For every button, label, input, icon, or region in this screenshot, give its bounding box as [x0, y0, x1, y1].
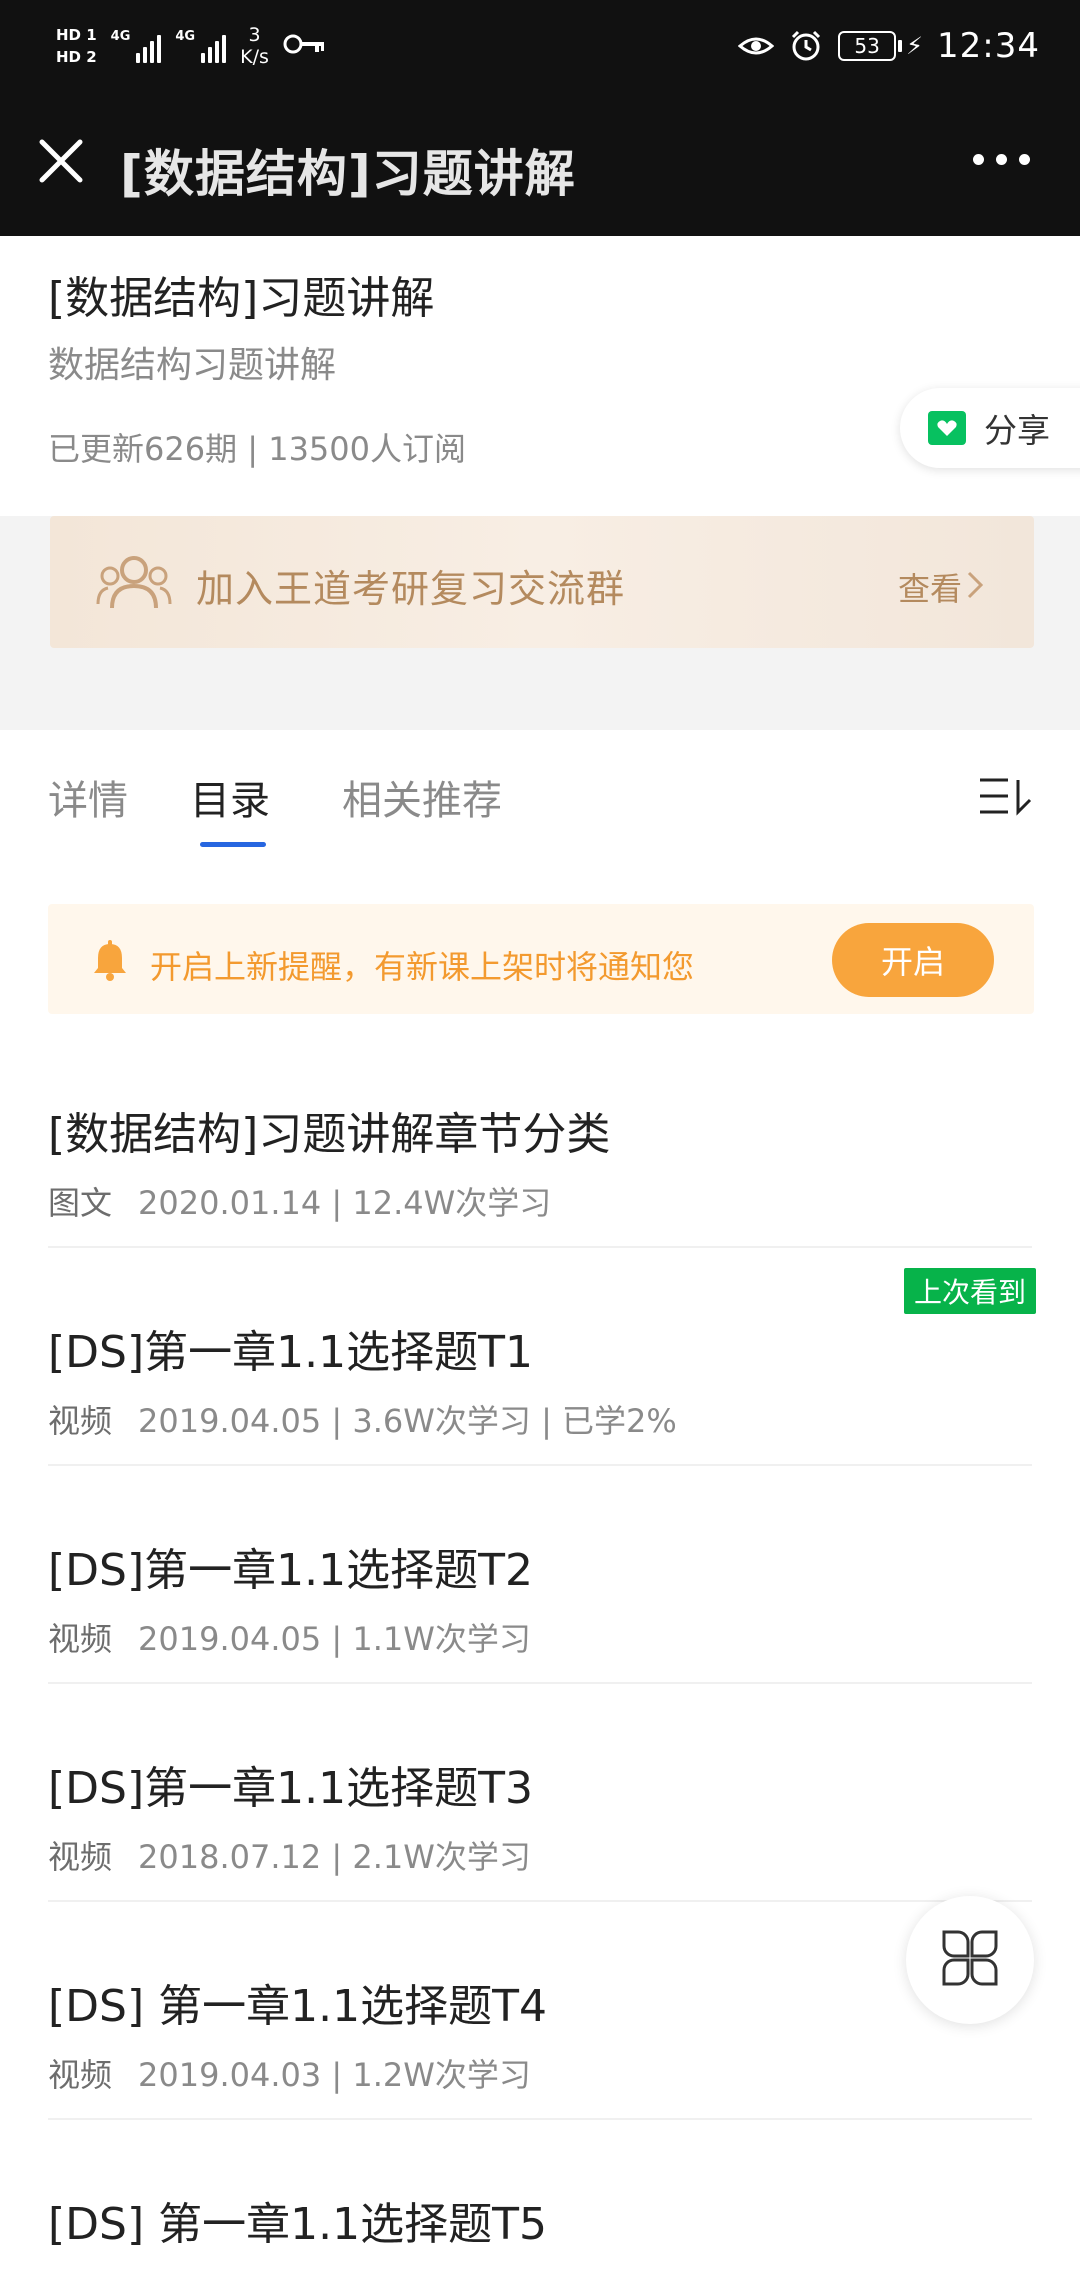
item-title: [DS] 第一章1.1选择题T5 — [48, 2199, 547, 2250]
key-icon — [283, 29, 327, 64]
list-item[interactable]: [DS] 第一章1.1选择题T5 — [0, 2120, 1080, 2280]
enable-reminder-button[interactable]: 开启 — [832, 923, 994, 997]
item-type: 视频 — [48, 1620, 113, 1658]
tab-bar: 详情 目录 相关推荐 — [0, 730, 1080, 860]
status-left: HD 1 HD 2 4G 4G 3 K/s — [56, 14, 327, 78]
item-info: 2019.04.05 | 3.6W次学习 | 已学2% — [138, 1402, 677, 1440]
catalog-list: [数据结构]习题讲解章节分类 图文 2020.01.14 | 12.4W次学习 [… — [0, 1030, 1080, 2280]
item-meta: 视频 2019.04.03 | 1.2W次学习 — [48, 2050, 531, 2096]
item-title: [DS] 第一章1.1选择题T4 — [48, 1981, 547, 2032]
tab-details[interactable]: 详情 — [48, 768, 128, 826]
tab-catalog[interactable]: 目录 — [190, 768, 270, 826]
chevron-right-icon — [966, 570, 984, 600]
item-info: 2019.04.05 | 1.1W次学习 — [138, 1620, 531, 1658]
battery-level: 53 — [838, 31, 897, 61]
active-tab-indicator — [200, 842, 266, 847]
signal-2-icon: 4G — [175, 29, 227, 63]
sim1-label: HD 1 — [56, 26, 97, 44]
more-icon[interactable] — [973, 154, 1030, 165]
group-icon — [96, 552, 172, 612]
page-title: [数据结构]习题讲解 — [120, 145, 576, 203]
speed-value: 3 — [248, 24, 261, 46]
update-reminder-bar: 开启上新提醒，有新课上架时将通知您 开启 — [48, 904, 1034, 1014]
item-title: [DS]第一章1.1选择题T3 — [48, 1763, 533, 1814]
network-speed: 3 K/s — [240, 24, 269, 68]
close-icon[interactable] — [36, 136, 86, 186]
group-section: 加入王道考研复习交流群 查看 — [0, 516, 1080, 730]
item-info: 2019.04.03 | 1.2W次学习 — [138, 2056, 531, 2094]
sim2-label: HD 2 — [56, 48, 97, 66]
item-type: 视频 — [48, 2056, 113, 2094]
network-2-label: 4G — [175, 29, 196, 44]
group-view-link[interactable]: 查看 — [898, 564, 962, 610]
course-stats: 已更新626期 | 13500人订阅 — [48, 430, 467, 468]
clock: 12:34 — [937, 26, 1040, 66]
battery-icon: 53 ⚡ — [838, 31, 923, 61]
item-meta: 视频 2018.07.12 | 2.1W次学习 — [48, 1832, 531, 1878]
bell-icon — [90, 940, 130, 982]
item-meta: 视频 2019.04.05 | 1.1W次学习 — [48, 1614, 531, 1660]
item-title: [DS]第一章1.1选择题T1 — [48, 1327, 533, 1378]
last-seen-badge: 上次看到 — [903, 1268, 1036, 1314]
item-info: 2020.01.14 | 12.4W次学习 — [138, 1184, 552, 1222]
course-title: [数据结构]习题讲解 — [48, 273, 435, 324]
grid-menu-icon — [938, 1926, 1002, 1994]
title-bar: [数据结构]习题讲解 — [0, 92, 1080, 236]
share-label: 分享 — [984, 411, 1050, 450]
group-banner-text: 加入王道考研复习交流群 — [196, 567, 626, 611]
network-1-label: 4G — [110, 29, 131, 44]
item-type: 视频 — [48, 1838, 113, 1876]
tab-recommend[interactable]: 相关推荐 — [342, 768, 502, 826]
item-meta: 视频 2019.04.05 | 3.6W次学习 | 已学2% — [48, 1396, 677, 1442]
alarm-icon — [788, 28, 824, 64]
speed-unit: K/s — [240, 46, 269, 68]
course-header: [数据结构]习题讲解 数据结构习题讲解 已更新626期 | 13500人订阅 分… — [0, 236, 1080, 516]
share-icon — [928, 411, 966, 445]
item-title: [数据结构]习题讲解章节分类 — [48, 1109, 611, 1160]
group-banner[interactable]: 加入王道考研复习交流群 查看 — [50, 516, 1034, 648]
item-meta: 图文 2020.01.14 | 12.4W次学习 — [48, 1178, 551, 1224]
item-info: 2018.07.12 | 2.1W次学习 — [138, 1838, 531, 1876]
item-type: 图文 — [48, 1184, 113, 1222]
charging-icon: ⚡ — [906, 32, 924, 60]
course-subtitle: 数据结构习题讲解 — [48, 345, 337, 386]
list-item[interactable]: [数据结构]习题讲解章节分类 图文 2020.01.14 | 12.4W次学习 — [0, 1030, 1080, 1248]
item-type: 视频 — [48, 1402, 113, 1440]
share-button[interactable]: 分享 — [900, 388, 1080, 468]
status-bar: HD 1 HD 2 4G 4G 3 K/s 53 ⚡ 12:34 — [0, 0, 1080, 92]
eye-icon — [738, 28, 775, 64]
item-title: [DS]第一章1.1选择题T2 — [48, 1545, 533, 1596]
reminder-text: 开启上新提醒，有新课上架时将通知您 — [150, 948, 695, 986]
list-item[interactable]: [DS]第一章1.1选择题T3 视频 2018.07.12 | 2.1W次学习 — [0, 1684, 1080, 1902]
sort-icon[interactable] — [978, 776, 1034, 816]
page: HD 1 HD 2 4G 4G 3 K/s 53 ⚡ 12:34 [数据结构]习… — [0, 0, 1080, 2280]
status-right: 53 ⚡ 12:34 — [738, 18, 1040, 74]
list-item[interactable]: [DS]第一章1.1选择题T2 视频 2019.04.05 | 1.1W次学习 — [0, 1466, 1080, 1684]
item-meta — [48, 2268, 74, 2280]
floating-menu-button[interactable] — [906, 1896, 1034, 2024]
signal-1-icon: 4G — [111, 29, 162, 63]
sim-indicators: HD 1 HD 2 — [56, 26, 97, 66]
